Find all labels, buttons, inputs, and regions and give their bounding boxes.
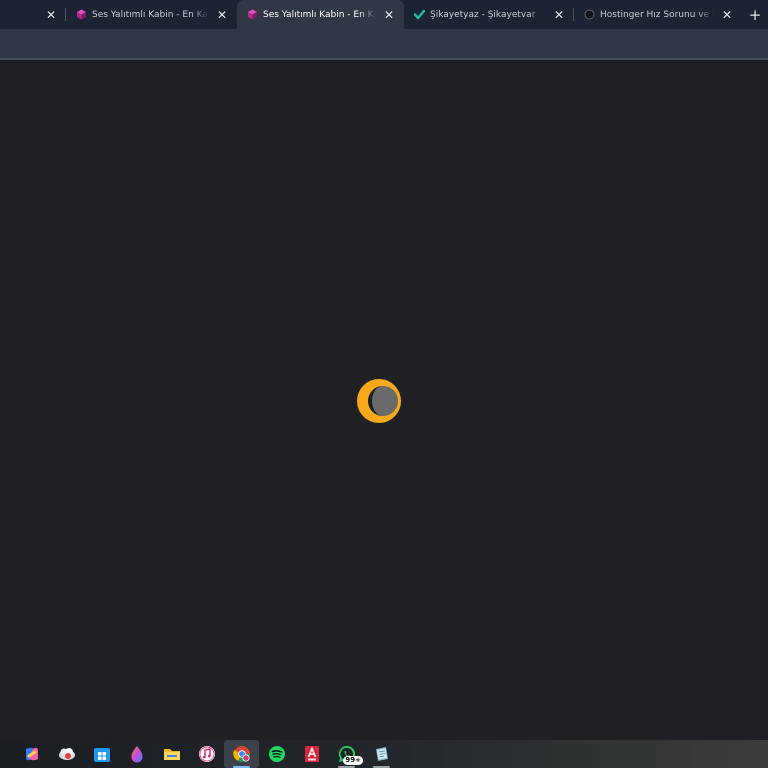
file-explorer-icon [163, 749, 180, 760]
tab-ses-kabin-1[interactable]: Ses Yalıtımlı Kabin - En Kaliteli Ses ✕ [66, 0, 237, 29]
store-icon [93, 748, 110, 762]
teal-check-icon [414, 9, 425, 20]
spotify-icon [268, 746, 285, 762]
tab-hostinger[interactable]: Hostinger Hız Sorunu ve Müşteri ✕ [574, 0, 742, 29]
taskbar-autocad[interactable] [294, 740, 329, 768]
taskbar-water-drop-app[interactable] [119, 740, 154, 768]
taskbar-itunes[interactable] [189, 740, 224, 768]
tab-title: Ses Yalıtımlı Kabin - En Kaliteli Ses [263, 9, 376, 20]
magenta-cube-icon [76, 9, 87, 20]
notes-app-icon [375, 747, 388, 761]
copilot-icon [25, 747, 38, 761]
chrome-icon [232, 746, 250, 762]
itunes-icon [198, 746, 215, 762]
tab-close-icon[interactable]: ✕ [552, 8, 566, 22]
tab-close-icon[interactable]: ✕ [215, 8, 229, 22]
tab-sikayetyaz[interactable]: Şikayetyaz - Şikayetvar ✕ [404, 0, 574, 29]
tab-title: Ses Yalıtımlı Kabin - En Kaliteli Ses [92, 9, 209, 20]
water-drop-app-icon [130, 746, 143, 763]
taskbar-store[interactable] [84, 740, 119, 768]
taskbar-copilot[interactable] [14, 740, 49, 768]
taskbar-spotify[interactable] [259, 740, 294, 768]
tab-close-icon[interactable]: ✕ [44, 8, 58, 22]
tab-title: Şikayetyaz - Şikayetvar [430, 9, 536, 20]
tab-close-icon[interactable]: ✕ [382, 8, 396, 22]
page-content [0, 62, 768, 740]
taskbar: 99+ [0, 740, 768, 768]
cloud-drive-icon [58, 748, 75, 760]
taskbar-notes-app[interactable] [364, 740, 399, 768]
unread-badge: 99+ [343, 756, 363, 765]
taskbar-chrome[interactable] [224, 740, 259, 768]
tab-ses-kabin-active[interactable]: Ses Yalıtımlı Kabin - En Kaliteli Ses ✕ [237, 0, 404, 29]
taskbar-cloud-drive[interactable] [49, 740, 84, 768]
autocad-icon [304, 746, 319, 762]
dark-circle-icon [584, 9, 595, 20]
browser-toolbar [0, 29, 768, 60]
tab-strip: ✕ Ses Yalıtımlı Kabin - En Kaliteli Ses … [0, 0, 768, 29]
taskbar-file-explorer[interactable] [154, 740, 189, 768]
moon-spinner-icon [357, 379, 401, 423]
magenta-cube-icon [247, 9, 258, 20]
taskbar-whatsapp[interactable]: 99+ [329, 740, 364, 768]
tab-close-icon[interactable]: ✕ [720, 8, 734, 22]
tab-first[interactable]: ✕ [0, 0, 66, 29]
tab-title: Hostinger Hız Sorunu ve Müşteri [600, 9, 714, 20]
new-tab-button[interactable]: + [742, 0, 768, 29]
